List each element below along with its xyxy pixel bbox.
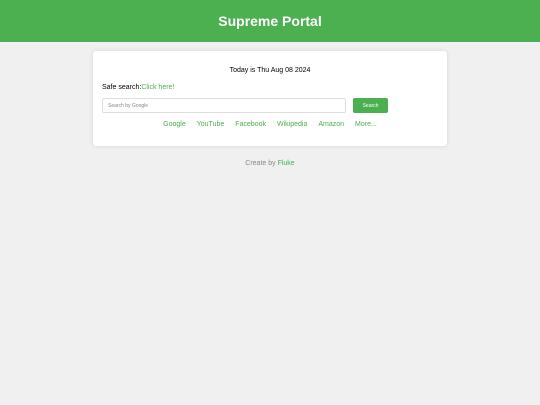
header-bar: Supreme Portal — [0, 0, 540, 42]
quick-link-wikipedia[interactable]: Wikipedia — [277, 121, 307, 128]
page-title: Supreme Portal — [218, 13, 322, 29]
quick-link-more[interactable]: More... — [355, 121, 377, 128]
quick-links: Google YouTube Facebook Wikipedia Amazon… — [93, 121, 447, 128]
footer: Create by Fluke — [0, 160, 540, 167]
safe-search-row: Safe search:Click here! — [102, 84, 174, 91]
footer-author-link[interactable]: Fluke — [278, 160, 295, 167]
quick-link-youtube[interactable]: YouTube — [197, 121, 225, 128]
quick-link-google[interactable]: Google — [163, 121, 186, 128]
quick-link-amazon[interactable]: Amazon — [318, 121, 344, 128]
search-card: Today is Thu Aug 08 2024 Safe search:Cli… — [93, 51, 447, 146]
footer-prefix: Create by — [245, 160, 278, 167]
search-button[interactable]: Search — [353, 98, 388, 113]
safe-search-label: Safe search: — [102, 84, 142, 91]
date-text: Today is Thu Aug 08 2024 — [229, 67, 311, 74]
search-input[interactable] — [102, 98, 346, 113]
quick-link-facebook[interactable]: Facebook — [235, 121, 266, 128]
safe-search-link[interactable]: Click here! — [141, 84, 174, 91]
